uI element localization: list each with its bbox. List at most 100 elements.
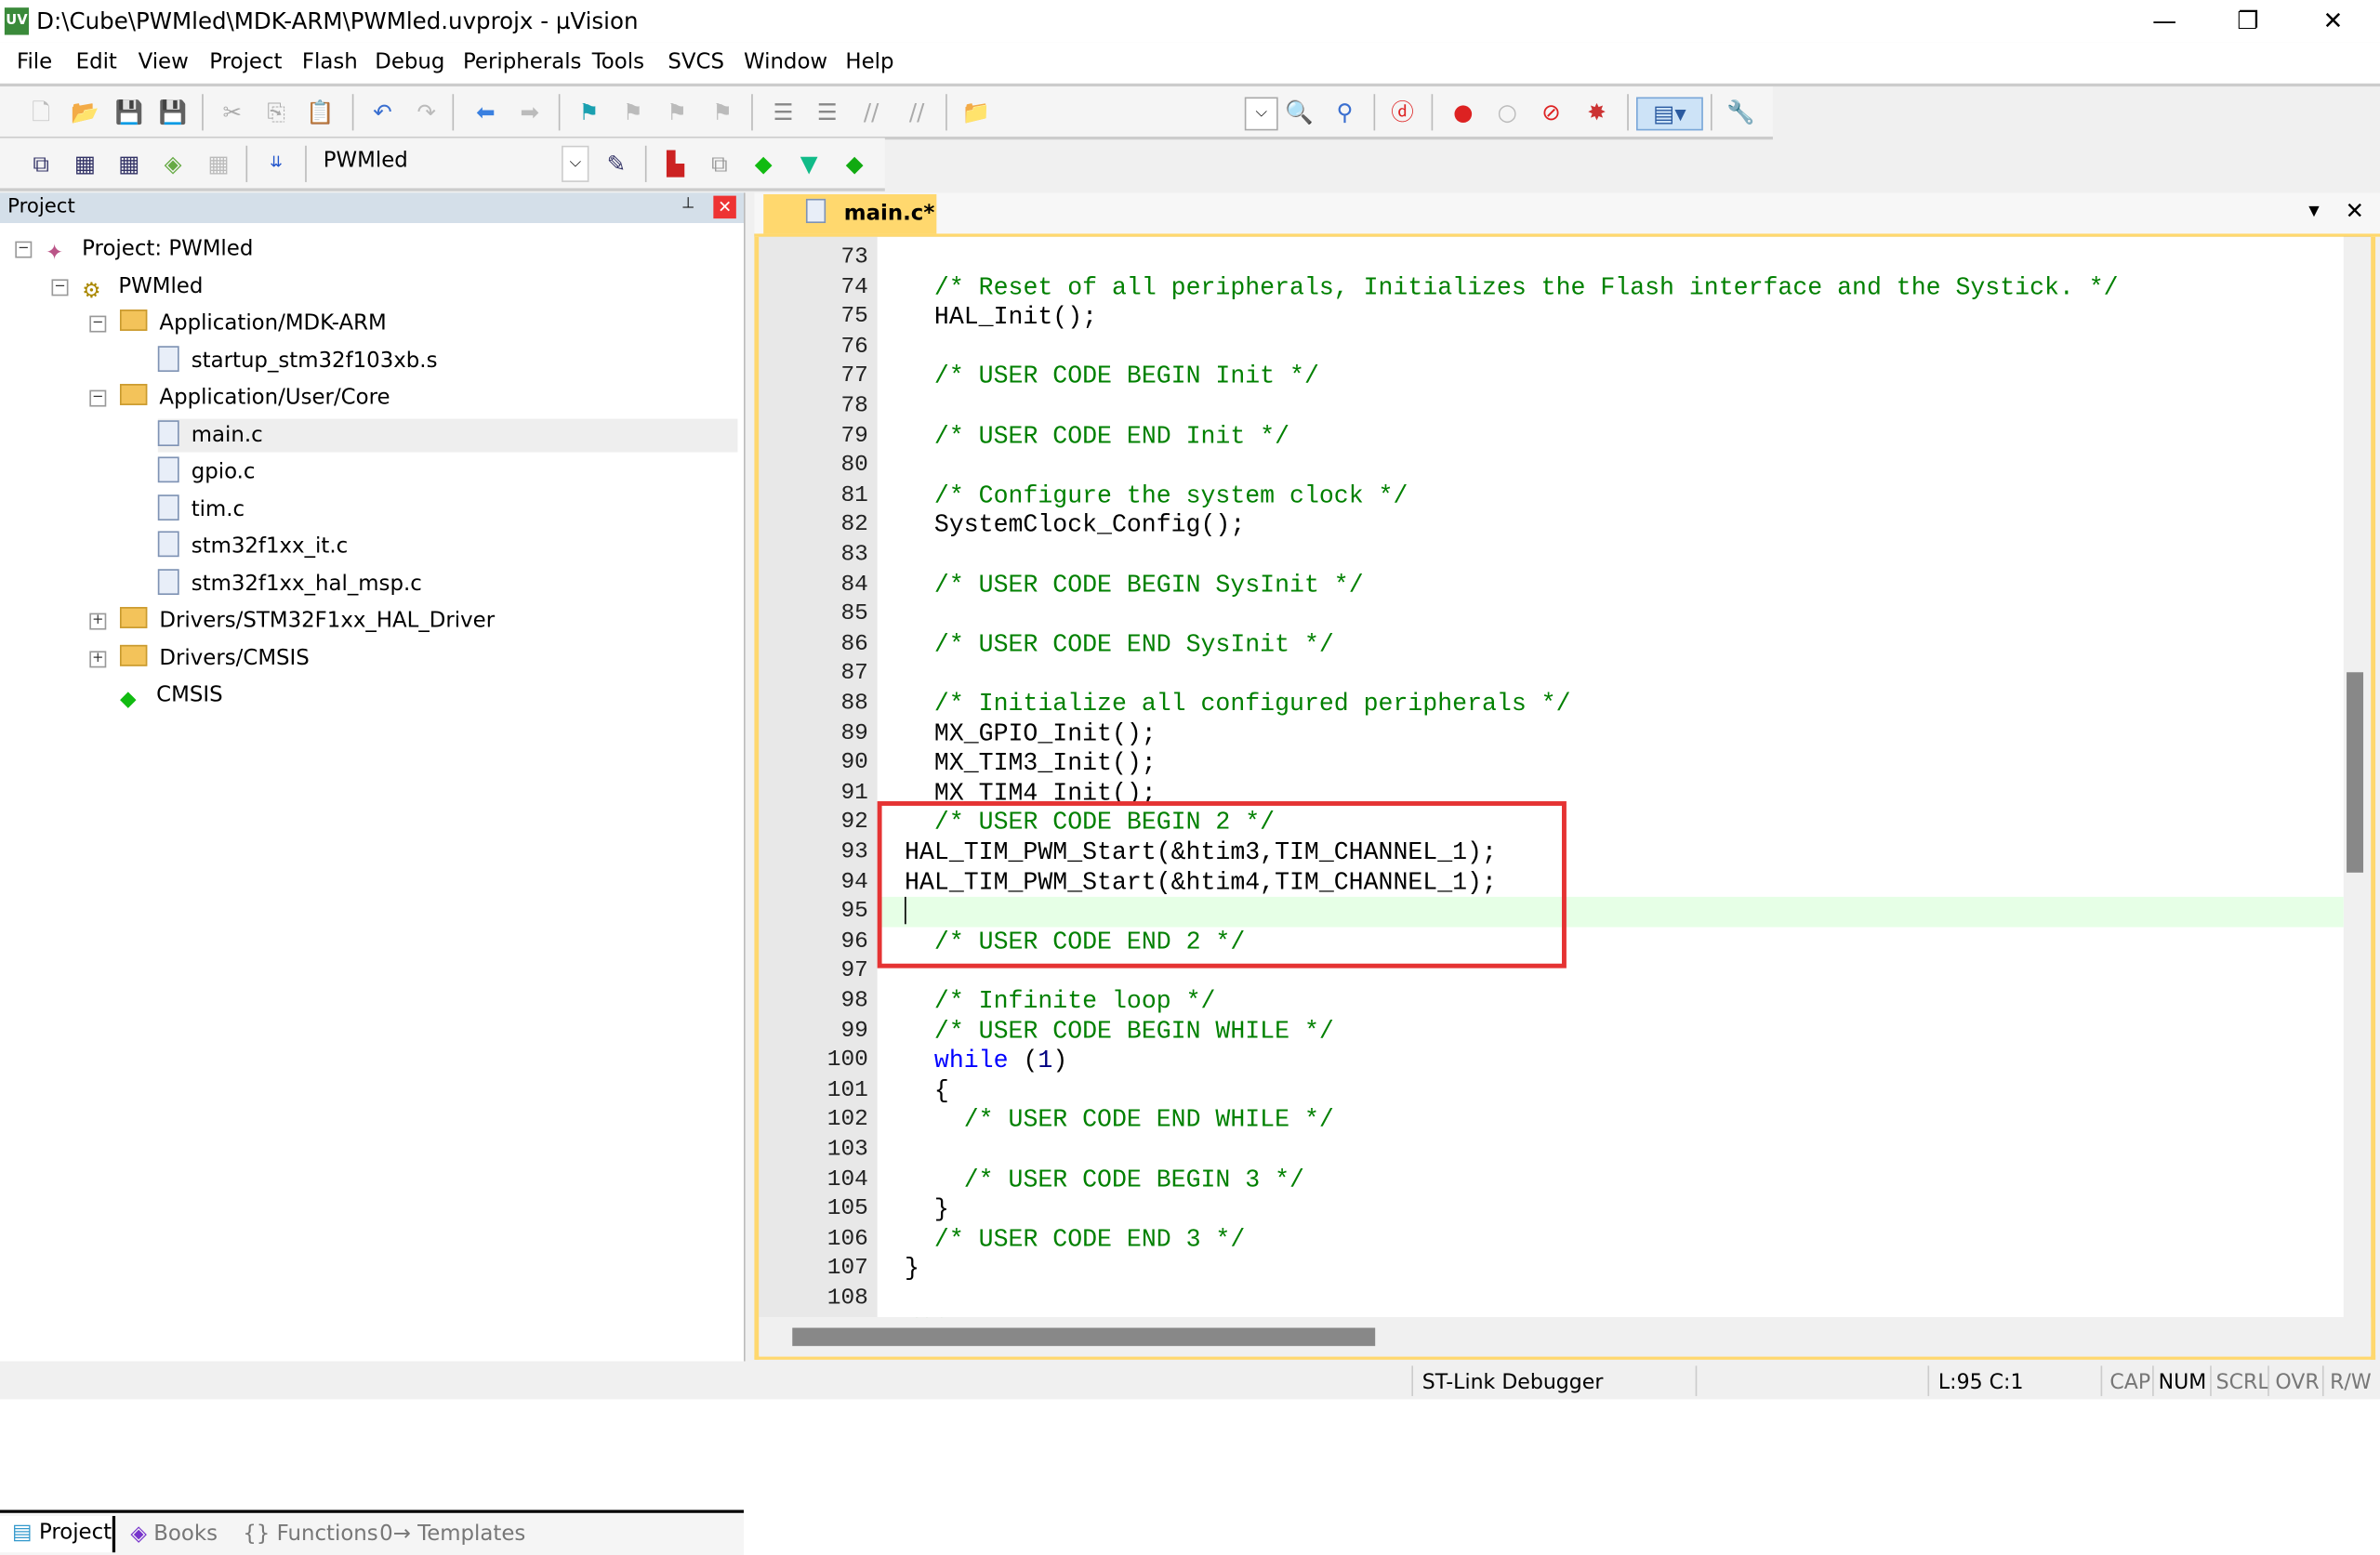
menu-help[interactable]: Help <box>845 50 893 74</box>
breakpoint-icon[interactable]: ● <box>1448 97 1479 127</box>
find-icon[interactable]: ⚲ <box>1329 97 1360 127</box>
menu-window[interactable]: Window <box>744 50 827 74</box>
maximize-button[interactable]: ❐ <box>2213 3 2282 39</box>
target-select[interactable]: PWMled ⌵ <box>314 145 589 182</box>
paste-icon[interactable]: 📋 <box>305 97 336 127</box>
cut-icon[interactable]: ✂ <box>217 97 247 127</box>
code-line[interactable] <box>878 243 2344 272</box>
menu-flash[interactable]: Flash <box>302 50 358 74</box>
translate-icon[interactable]: ⧉ <box>26 149 57 179</box>
panel-close-button[interactable]: ✕ <box>713 195 736 219</box>
tab-project[interactable]: ▤ Project <box>0 1516 116 1553</box>
expander-toggle[interactable]: + <box>89 613 107 630</box>
copy-icon[interactable]: ⎘ <box>261 97 292 127</box>
code-line[interactable]: } <box>878 1254 2344 1284</box>
stop-build-icon[interactable]: ▦ <box>204 149 234 179</box>
tab-functions[interactable]: {} Functions <box>243 1522 377 1547</box>
code-line[interactable] <box>878 1135 2344 1165</box>
menu-peripherals[interactable]: Peripherals <box>463 50 581 74</box>
code-line[interactable] <box>878 540 2344 570</box>
code-line[interactable]: SystemClock_Config(); <box>878 510 2344 540</box>
tree-item[interactable]: Application/MDK-ARM <box>119 307 387 340</box>
menu-debug[interactable]: Debug <box>375 50 444 74</box>
code-line[interactable]: /* USER CODE BEGIN WHILE */ <box>878 1016 2344 1046</box>
configure-icon[interactable]: 🔧 <box>1726 97 1756 127</box>
open-icon[interactable]: 📂 <box>70 97 100 127</box>
comment-icon[interactable]: // <box>856 97 887 127</box>
close-button[interactable]: ✕ <box>2298 3 2368 39</box>
expander-toggle[interactable]: − <box>89 315 107 333</box>
menu-file[interactable]: File <box>17 50 52 74</box>
run-time-env-icon[interactable]: ◆ <box>840 149 870 179</box>
tree-item[interactable]: main.c <box>157 417 738 452</box>
find-dropdown[interactable]: ⌵ <box>1244 97 1278 131</box>
nav-forward-icon[interactable]: ➡ <box>514 97 545 127</box>
unindent-icon[interactable]: ☰ <box>812 97 842 127</box>
tab-templates[interactable]: 0→ Templates <box>379 1522 525 1547</box>
code-line[interactable]: while (1) <box>878 1046 2344 1075</box>
code-line[interactable] <box>878 600 2344 629</box>
bookmark-icon[interactable]: ⚑ <box>574 97 604 127</box>
vertical-scrollbar-thumb[interactable] <box>2347 672 2364 873</box>
manage-components-icon[interactable]: ▙ <box>660 149 691 179</box>
menu-svcs[interactable]: SVCS <box>668 50 724 74</box>
close-editor-button[interactable]: ✕ <box>2345 197 2364 224</box>
menu-tools[interactable]: Tools <box>592 50 644 74</box>
code-line[interactable] <box>878 332 2344 362</box>
redo-icon[interactable]: ↷ <box>411 97 442 127</box>
save-icon[interactable]: 💾 <box>113 97 144 127</box>
menu-edit[interactable]: Edit <box>76 50 117 74</box>
save-all-icon[interactable]: 💾 <box>158 97 189 127</box>
code-line[interactable]: /* USER CODE END 3 */ <box>878 1224 2344 1254</box>
code-line[interactable]: /* Configure the system clock */ <box>878 481 2344 510</box>
expander-toggle[interactable]: − <box>51 278 69 296</box>
next-bookmark-icon[interactable]: ⚑ <box>662 97 693 127</box>
window-layout-icon[interactable]: ▤▾ <box>1635 97 1703 131</box>
incremental-find-icon[interactable]: 🔍 <box>1284 97 1315 127</box>
code-line[interactable]: { <box>878 1075 2344 1105</box>
code-line[interactable]: /* Infinite loop */ <box>878 986 2344 1016</box>
code-line[interactable]: /* Reset of all peripherals, Initializes… <box>878 272 2344 302</box>
code-line[interactable] <box>878 659 2344 689</box>
rebuild-icon[interactable]: ▦ <box>113 149 144 179</box>
code-line[interactable]: } <box>878 1194 2344 1224</box>
disable-all-breakpoints-icon[interactable]: ⊘ <box>1536 97 1567 127</box>
expander-toggle[interactable]: + <box>89 650 107 667</box>
indent-icon[interactable]: ☰ <box>768 97 799 127</box>
tree-item[interactable]: stm32f1xx_hal_msp.c <box>157 567 422 600</box>
code-line[interactable]: HAL_Init(); <box>878 302 2344 332</box>
code-line[interactable]: /* USER CODE BEGIN 3 */ <box>878 1165 2344 1194</box>
tree-item[interactable]: gpio.c <box>157 455 256 489</box>
prev-bookmark-icon[interactable]: ⚑ <box>617 97 648 127</box>
disable-breakpoint-icon[interactable]: ○ <box>1492 97 1523 127</box>
code-editor[interactable]: 73 74 75 76 77 78 79 80 81 82 83 84 85 86 87 88 89 90 91 92… <box>754 233 2376 1360</box>
menu-project[interactable]: Project <box>209 50 282 74</box>
select-packs-icon[interactable]: ▼ <box>794 149 825 179</box>
tab-books[interactable]: ◈ Books <box>130 1522 218 1547</box>
tab-main-c[interactable]: main.c* <box>763 193 937 234</box>
kill-breakpoints-icon[interactable]: ✸ <box>1581 97 1612 127</box>
expander-toggle[interactable]: − <box>89 389 107 407</box>
target-options-icon[interactable]: ✎ <box>602 149 632 179</box>
tree-item[interactable]: stm32f1xx_it.c <box>157 530 348 563</box>
tree-item[interactable]: Application/User/Core <box>119 381 390 415</box>
tab-list-menu[interactable]: ▾ <box>2308 199 2319 223</box>
code-line[interactable]: /* USER CODE END WHILE */ <box>878 1105 2344 1135</box>
chevron-down-icon[interactable]: ⌵ <box>562 145 589 182</box>
code-line[interactable] <box>878 451 2344 481</box>
code-line[interactable]: /* USER CODE BEGIN SysInit */ <box>878 570 2344 600</box>
debug-start-icon[interactable]: ⓓ <box>1387 97 1418 127</box>
code-line[interactable]: MX_TIM3_Init(); <box>878 748 2344 778</box>
tree-item[interactable]: tim.c <box>157 493 245 526</box>
new-file-icon[interactable]: 🗋 <box>26 97 57 127</box>
tree-item[interactable]: ✦ Project: PWMled <box>46 232 253 266</box>
code-area[interactable]: /* Reset of all peripherals, Initializes… <box>877 236 2344 1318</box>
minimize-button[interactable]: — <box>2130 3 2200 39</box>
expander-toggle[interactable]: − <box>15 241 33 258</box>
code-line[interactable]: /* Initialize all configured peripherals… <box>878 689 2344 718</box>
code-line[interactable]: /* USER CODE BEGIN Init */ <box>878 362 2344 391</box>
undo-icon[interactable]: ↶ <box>367 97 398 127</box>
batch-build-icon[interactable]: ◈ <box>158 149 189 179</box>
tree-item[interactable]: startup_stm32f103xb.s <box>157 344 438 377</box>
clear-bookmarks-icon[interactable]: ⚑ <box>707 97 738 127</box>
